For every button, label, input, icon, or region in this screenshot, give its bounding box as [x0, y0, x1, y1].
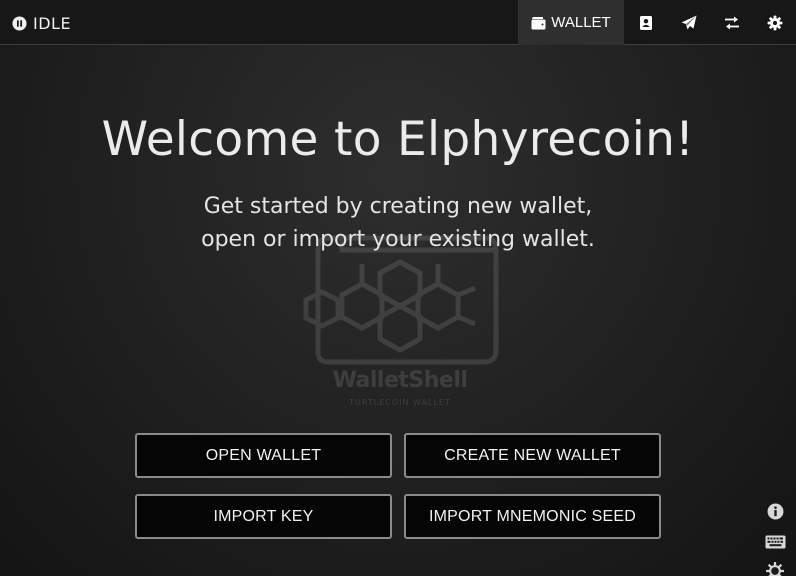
nav-wallet-label: WALLET — [551, 14, 611, 31]
import-key-button[interactable]: IMPORT KEY — [135, 494, 392, 539]
theme-toggle-button[interactable] — [764, 562, 786, 576]
nav-send[interactable] — [667, 0, 710, 45]
watermark-name: WalletShell — [332, 368, 468, 393]
open-wallet-button[interactable]: OPEN WALLET — [135, 433, 392, 478]
welcome-title: Welcome to Elphyrecoin! — [101, 112, 695, 167]
watermark-subtitle: TURTLECOIN WALLET — [349, 398, 451, 407]
nav-settings[interactable] — [753, 0, 796, 45]
address-book-icon — [639, 15, 652, 30]
keyboard-icon — [765, 535, 785, 549]
app-window: IDLE WALLET WalletShell TURTLECOIN WALLE… — [0, 0, 796, 576]
wallet-icon — [531, 16, 546, 29]
pause-circle-icon — [12, 15, 27, 31]
welcome-subtitle-line1: Get started by creating new wallet, — [203, 194, 593, 219]
nav-transactions[interactable] — [710, 0, 753, 45]
nav-address-book[interactable] — [624, 0, 667, 45]
exchange-icon — [724, 16, 739, 29]
main-nav: WALLET — [518, 0, 796, 45]
walletshell-watermark-logo: WalletShell TURTLECOIN WALLET — [300, 228, 500, 413]
welcome-subtitle-line2: open or import your existing wallet. — [201, 227, 595, 252]
top-bar: IDLE WALLET — [0, 0, 796, 45]
create-new-wallet-button[interactable]: CREATE NEW WALLET — [404, 433, 661, 478]
paper-plane-icon — [681, 15, 696, 29]
sync-status: IDLE — [12, 12, 71, 34]
about-button[interactable] — [764, 502, 786, 520]
keyboard-shortcuts-button[interactable] — [764, 533, 786, 551]
import-mnemonic-seed-button[interactable]: IMPORT MNEMONIC SEED — [404, 494, 661, 539]
gear-icon — [767, 15, 782, 30]
nav-wallet-tab[interactable]: WALLET — [518, 0, 624, 45]
status-label: IDLE — [33, 13, 72, 33]
theme-toggle-icon — [766, 562, 784, 576]
info-icon — [767, 503, 783, 519]
